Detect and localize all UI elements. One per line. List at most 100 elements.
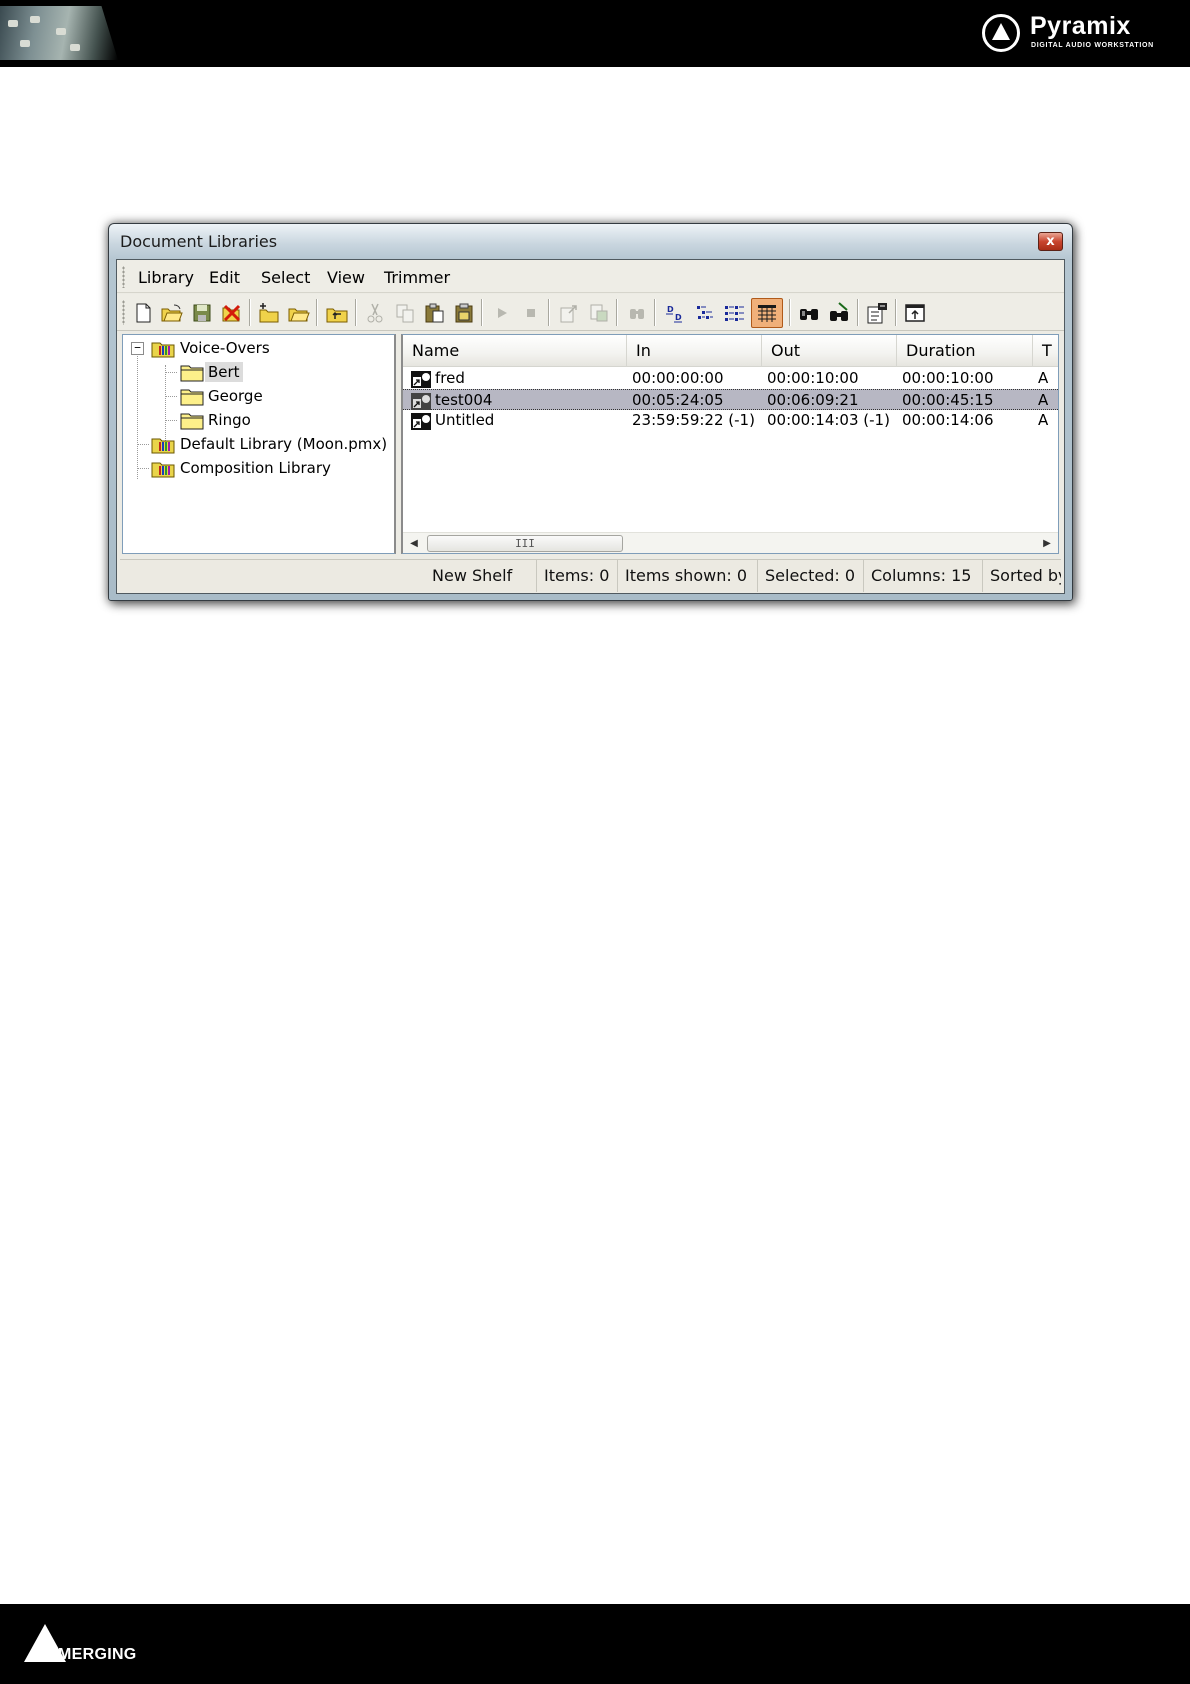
folder-up-icon[interactable] bbox=[325, 301, 349, 325]
tree-node-composition-library[interactable]: Composition Library bbox=[151, 457, 334, 479]
tree-node-ringo[interactable]: Ringo bbox=[179, 409, 254, 431]
export-icon[interactable] bbox=[557, 301, 581, 325]
column-header-name[interactable]: Name bbox=[403, 335, 627, 367]
cell-t: A bbox=[1038, 411, 1049, 429]
column-header-duration[interactable]: Duration bbox=[897, 335, 1033, 367]
toolbar-separator bbox=[316, 299, 318, 326]
tree-node-voice-overs[interactable]: Voice-Overs bbox=[151, 337, 273, 359]
status-items: Items: 0 bbox=[536, 560, 616, 592]
scroll-thumb[interactable]: III bbox=[427, 535, 623, 552]
new-document-icon[interactable] bbox=[131, 301, 155, 325]
search-advanced-icon[interactable] bbox=[827, 301, 851, 325]
details-view-icon[interactable] bbox=[751, 298, 783, 328]
tree-label: Default Library (Moon.pmx) bbox=[180, 435, 388, 453]
document-list: Name In Out Duration T fred 00:00:00:00 … bbox=[401, 334, 1059, 554]
tree-connector bbox=[137, 468, 149, 469]
new-folder-icon[interactable] bbox=[257, 301, 281, 325]
save-icon[interactable] bbox=[190, 301, 214, 325]
folder-icon bbox=[180, 365, 204, 382]
library-icon bbox=[151, 462, 175, 478]
cell-name: test004 bbox=[435, 391, 493, 409]
menu-select[interactable]: Select bbox=[261, 268, 310, 287]
menu-trimmer[interactable]: Trimmer bbox=[384, 268, 450, 287]
column-header-in[interactable]: In bbox=[627, 335, 762, 367]
cell-t: A bbox=[1038, 369, 1049, 387]
cell-in: 00:05:24:05 bbox=[632, 391, 724, 409]
document-shortcut-icon bbox=[411, 393, 431, 410]
cell-duration: 00:00:14:06 bbox=[902, 411, 994, 429]
cell-name: fred bbox=[435, 369, 465, 387]
import-icon[interactable] bbox=[587, 301, 611, 325]
tree-label: Composition Library bbox=[180, 459, 331, 477]
tree-node-bert[interactable]: Bert bbox=[179, 361, 243, 383]
cell-name: Untitled bbox=[435, 411, 495, 429]
stop-icon[interactable] bbox=[519, 301, 543, 325]
table-row[interactable]: Untitled 23:59:59:22 (-1) 00:00:14:03 (-… bbox=[403, 410, 1058, 431]
horizontal-scrollbar[interactable]: ◀ III ▶ bbox=[403, 532, 1058, 553]
toolbar: DD bbox=[117, 294, 1064, 331]
toolbar-separator bbox=[481, 299, 483, 326]
pop-out-icon[interactable] bbox=[903, 301, 927, 325]
folder-icon bbox=[180, 413, 204, 430]
search-icon[interactable] bbox=[797, 301, 821, 325]
document-shortcut-icon bbox=[411, 371, 431, 388]
tree-node-default-library[interactable]: Default Library (Moon.pmx) bbox=[151, 433, 390, 455]
library-tree: − Voice-Overs Bert George Ringo Default … bbox=[122, 334, 396, 554]
column-header-out[interactable]: Out bbox=[762, 335, 897, 367]
cell-out: 00:00:10:00 bbox=[767, 369, 859, 387]
scroll-right-arrow-icon[interactable]: ▶ bbox=[1036, 533, 1058, 553]
copy-icon[interactable] bbox=[393, 301, 417, 325]
document-libraries-window: Document Libraries x Library Edit Select… bbox=[108, 223, 1073, 601]
paste-icon[interactable] bbox=[422, 301, 446, 325]
cell-out: 00:06:09:21 bbox=[767, 391, 859, 409]
delete-icon[interactable] bbox=[219, 301, 243, 325]
tree-label: Voice-Overs bbox=[180, 339, 270, 357]
status-sorted-by: Sorted by bbox=[982, 560, 1061, 592]
cell-out: 00:00:14:03 (-1) bbox=[767, 411, 890, 429]
close-button[interactable]: x bbox=[1038, 232, 1063, 251]
table-row[interactable]: fred 00:00:00:00 00:00:10:00 00:00:10:00… bbox=[403, 368, 1058, 389]
status-items-shown: Items shown: 0 bbox=[617, 560, 754, 592]
menu-view[interactable]: View bbox=[327, 268, 365, 287]
window-title: Document Libraries bbox=[120, 232, 278, 251]
small-icons-view-icon[interactable] bbox=[693, 301, 717, 325]
large-icons-view-icon[interactable]: DD bbox=[663, 301, 687, 325]
window-titlebar[interactable]: Document Libraries x bbox=[109, 224, 1072, 256]
tree-connector bbox=[137, 444, 149, 445]
menu-edit[interactable]: Edit bbox=[209, 268, 240, 287]
document-shortcut-icon bbox=[411, 413, 431, 430]
list-header: Name In Out Duration T bbox=[403, 335, 1058, 367]
pyramix-logo-tagline: DIGITAL AUDIO WORKSTATION bbox=[1031, 42, 1154, 49]
toolbar-separator bbox=[249, 299, 251, 326]
cell-t: A bbox=[1038, 391, 1049, 409]
folder-icon bbox=[180, 389, 204, 406]
menu-library[interactable]: Library bbox=[138, 268, 194, 287]
column-header-t[interactable]: T bbox=[1033, 335, 1058, 367]
toolbar-grip[interactable] bbox=[122, 300, 125, 325]
toolbar-separator bbox=[355, 299, 357, 326]
toolbar-separator bbox=[616, 299, 618, 326]
tree-connector bbox=[137, 354, 138, 479]
cut-icon[interactable] bbox=[363, 301, 387, 325]
toolbar-separator bbox=[789, 299, 791, 326]
find-icon[interactable] bbox=[625, 301, 649, 325]
menu-bar: Library Edit Select View Trimmer bbox=[117, 260, 1064, 293]
table-row[interactable]: test004 00:05:24:05 00:06:09:21 00:00:45… bbox=[403, 389, 1058, 410]
menubar-grip[interactable] bbox=[122, 266, 125, 288]
page-header-band: Pyramix DIGITAL AUDIO WORKSTATION bbox=[0, 0, 1190, 67]
open-folder-icon[interactable] bbox=[160, 301, 184, 325]
properties-icon[interactable] bbox=[865, 301, 889, 325]
tree-collapse-toggle[interactable]: − bbox=[131, 342, 144, 355]
tree-label: Ringo bbox=[208, 411, 251, 429]
open-folder-icon[interactable] bbox=[287, 301, 311, 325]
paste-special-icon[interactable] bbox=[452, 301, 476, 325]
tree-node-george[interactable]: George bbox=[179, 385, 266, 407]
toolbar-separator bbox=[857, 299, 859, 326]
cell-in: 23:59:59:22 (-1) bbox=[632, 411, 755, 429]
status-selected: Selected: 0 bbox=[757, 560, 862, 592]
play-icon[interactable] bbox=[490, 301, 514, 325]
scroll-left-arrow-icon[interactable]: ◀ bbox=[403, 533, 425, 553]
mixing-console-image bbox=[0, 6, 118, 60]
merging-logo-name: MERGING bbox=[58, 1646, 137, 1663]
list-view-icon[interactable] bbox=[722, 301, 746, 325]
